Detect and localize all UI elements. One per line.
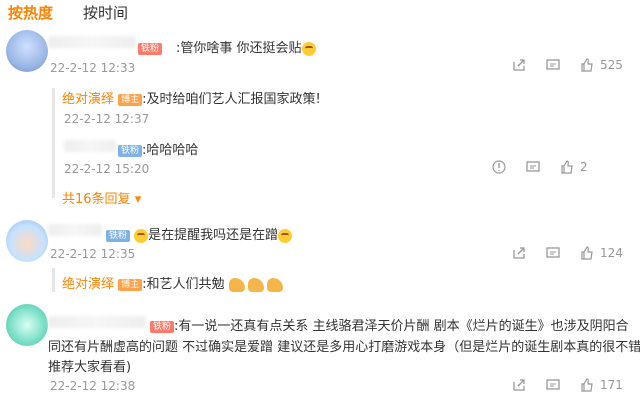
like-button[interactable]: 124 [580,246,623,260]
comment-text-line3: 推荐大家看看) [48,360,132,375]
reply-item: 铁粉:哈哈哈哈 [118,139,198,158]
fan-badge: 铁粉 [138,42,163,55]
muscle-emoji-icon [266,277,283,292]
reply-item: 绝对演绎 博主:和艺人们共勉 [62,273,286,292]
comment-text: :管你啥事 你还挺会贴 [176,37,316,56]
reply-text: :及时给咱们艺人汇报国家政策! [142,92,321,107]
laugh-emoji-icon [301,41,316,56]
comment-time: 22-2-12 12:38 [50,379,136,393]
host-badge: 博主 [118,278,143,291]
like-count: 2 [580,160,588,174]
like-button[interactable]: 2 [560,160,588,174]
comment-icon[interactable] [546,246,560,260]
surprised-emoji-icon [134,228,149,243]
reply-guide-line [52,88,55,198]
like-button[interactable]: 525 [580,58,623,72]
username-blurred[interactable] [48,224,102,236]
comment-text-line1: 铁粉:有一说一还真有点关系 主线骆君泽天价片酬 剧本《烂片的诞生》也涉及阴阳合 [150,315,629,334]
surprised-emoji-icon [278,228,293,243]
reply-actions: 2 [492,160,588,174]
muscle-emoji-icon [228,277,245,292]
like-button[interactable]: 171 [580,378,623,392]
reply-item: 绝对演绎 博主:及时给咱们艺人汇报国家政策! [62,88,321,107]
like-count: 124 [600,246,623,260]
reply-author[interactable]: 绝对演绎 [62,277,114,292]
like-count: 171 [600,378,623,392]
host-badge: 博主 [118,93,143,106]
comment-icon[interactable] [526,160,540,174]
avatar[interactable] [6,304,48,346]
reply-username-blurred[interactable] [64,140,116,152]
tab-time[interactable]: 按时间 [83,2,128,24]
fan-badge: 铁粉 [118,144,143,157]
thumbs-up-icon [581,246,593,260]
more-replies-link[interactable]: 共16条回复 ▾ [62,188,141,207]
thumbs-up-icon [561,160,573,174]
avatar[interactable] [6,220,48,262]
reply-guide-line [52,268,55,292]
report-icon[interactable] [492,160,506,174]
reply-author[interactable]: 绝对演绎 [62,92,114,107]
share-icon[interactable] [512,58,526,72]
comment-actions: 171 [512,378,623,392]
comment-time: 22-2-12 12:35 [50,247,136,261]
reply-time: 22-2-12 12:37 [64,112,150,126]
sort-tabs: 按热度 按时间 [8,2,128,24]
thumbs-up-icon [581,58,593,72]
fan-badge: 铁粉 [106,229,131,242]
comment-icon[interactable] [546,58,560,72]
comment-text-line2: 同还有片酬虚高的问题 不过确实是爱蹭 建议还是多用心打磨游戏本身（但是烂片的诞生… [48,340,640,355]
username-blurred[interactable] [48,316,146,328]
avatar[interactable] [6,30,48,72]
comment-header: 铁粉 [138,38,163,57]
comment-icon[interactable] [546,378,560,392]
chevron-down-icon: ▾ [134,192,142,207]
like-count: 525 [600,58,623,72]
comment-text: 铁粉 是在提醒我吗还是在蹭 [106,224,293,243]
reply-time: 22-2-12 15:20 [64,162,150,176]
comment-actions: 525 [512,58,623,72]
comment-time: 22-2-12 12:33 [50,61,136,75]
comment-actions: 124 [512,246,623,260]
username-blurred[interactable] [48,36,136,48]
thumbs-up-icon [581,378,593,392]
share-icon[interactable] [512,246,526,260]
reply-text: :和艺人们共勉 [142,277,225,292]
reply-text: :哈哈哈哈 [142,143,199,158]
tab-hot[interactable]: 按热度 [8,2,53,24]
share-icon[interactable] [512,378,526,392]
fan-badge: 铁粉 [150,320,175,333]
muscle-emoji-icon [247,277,264,292]
